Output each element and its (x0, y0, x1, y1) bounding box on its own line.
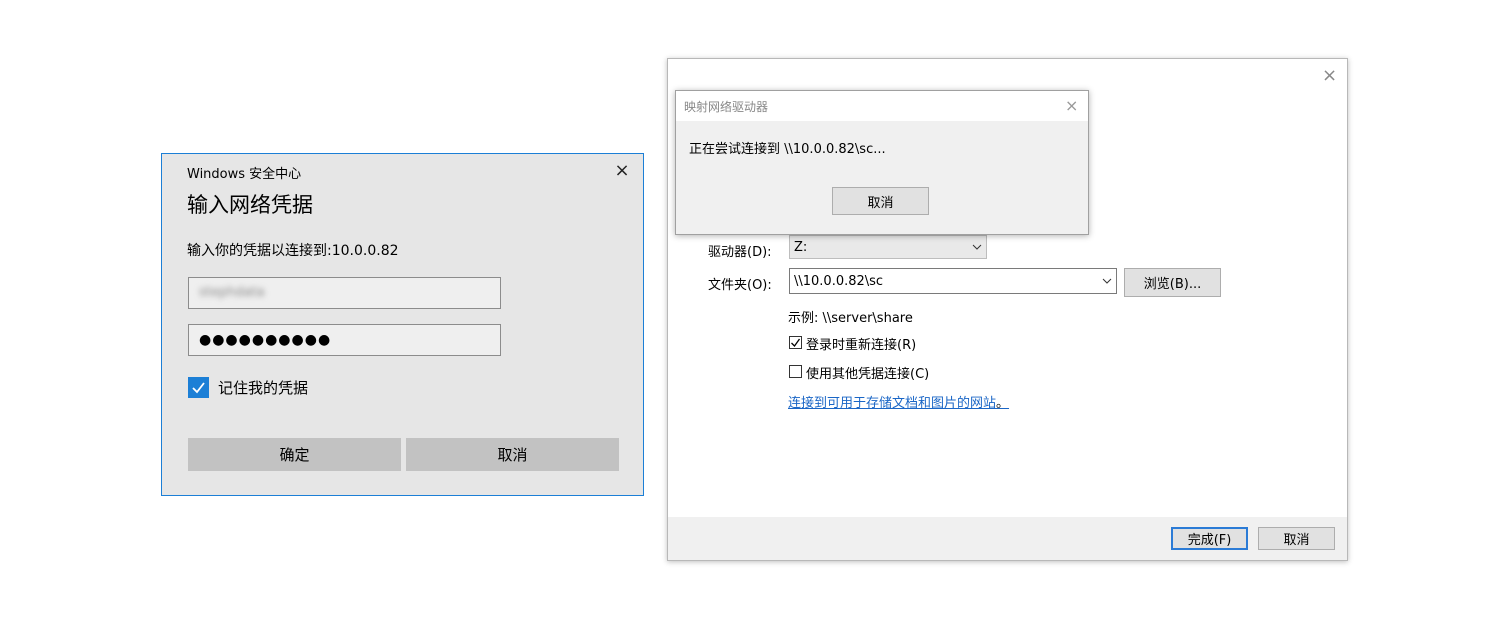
remember-label: 记住我的凭据 (218, 379, 309, 397)
cancel-button[interactable]: 取消 (832, 187, 929, 215)
link-suffix: 。 (996, 396, 1010, 411)
finish-button[interactable]: 完成(F) (1171, 527, 1248, 550)
password-value: ●●●●●●●●●● (199, 332, 332, 348)
username-value: stephdata (199, 285, 265, 300)
folder-value: \\10.0.0.82\sc (794, 273, 884, 289)
remember-checkbox[interactable] (188, 377, 209, 398)
connect-prompt: 输入你的凭据以连接到:10.0.0.82 (187, 243, 399, 259)
close-icon[interactable]: × (1065, 96, 1078, 115)
dialog-app-title: Windows 安全中心 (187, 167, 302, 182)
password-field[interactable]: ●●●●●●●●●● (188, 324, 501, 356)
other-credentials-label: 使用其他凭据连接(C) (806, 367, 930, 382)
cancel-button[interactable]: 取消 (1258, 527, 1335, 550)
checkmark-icon (791, 338, 801, 348)
website-link-text[interactable]: 连接到可用于存储文档和图片的网站 (788, 396, 996, 411)
close-icon[interactable]: × (1322, 65, 1337, 86)
browse-button[interactable]: 浏览(B)... (1124, 268, 1221, 297)
folder-label: 文件夹(O): (708, 278, 772, 293)
chevron-down-icon (972, 244, 982, 250)
website-link[interactable]: 连接到可用于存储文档和图片的网站。 (788, 392, 1009, 411)
ok-button[interactable]: 确定 (188, 438, 401, 471)
dialog-heading: 输入网络凭据 (187, 193, 313, 217)
credential-dialog: Windows 安全中心 × 输入网络凭据 输入你的凭据以连接到:10.0.0.… (161, 153, 644, 496)
drive-label: 驱动器(D): (708, 245, 772, 260)
other-credentials-checkbox[interactable] (789, 365, 802, 378)
connecting-message: 正在尝试连接到 \\10.0.0.82\sc... (689, 142, 886, 157)
reconnect-checkbox[interactable] (789, 336, 802, 349)
close-icon[interactable]: × (613, 162, 631, 180)
example-text: 示例: \\server\share (788, 311, 913, 326)
chevron-down-icon[interactable] (1102, 278, 1112, 284)
drive-value: Z: (794, 239, 808, 255)
dialog-title: 映射网络驱动器 (684, 100, 769, 114)
folder-input[interactable]: \\10.0.0.82\sc (789, 268, 1117, 294)
username-field[interactable]: stephdata (188, 277, 501, 309)
drive-select[interactable]: Z: (789, 235, 987, 259)
cancel-button[interactable]: 取消 (406, 438, 619, 471)
reconnect-label: 登录时重新连接(R) (806, 338, 917, 353)
connecting-dialog: 映射网络驱动器 × 正在尝试连接到 \\10.0.0.82\sc... 取消 (675, 90, 1089, 235)
checkmark-icon (192, 382, 205, 394)
